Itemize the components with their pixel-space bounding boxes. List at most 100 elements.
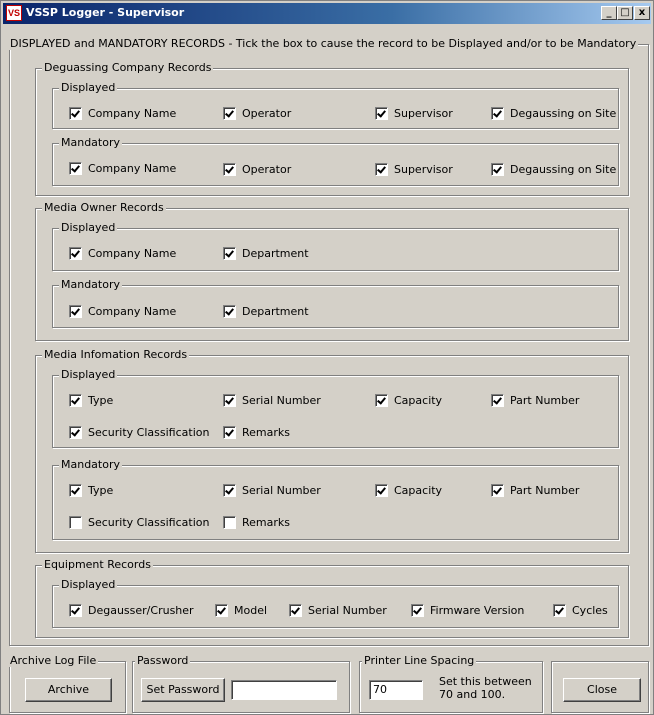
close-button[interactable]: Close	[563, 678, 641, 702]
checkbox-label[interactable]: Remarks	[242, 516, 290, 529]
title-bar[interactable]: VS VSSP Logger - Supervisor _ □ x	[3, 3, 651, 24]
checkbox-box[interactable]	[223, 425, 236, 439]
checkbox-box[interactable]	[69, 515, 82, 529]
media-owner-mandatory-company-name-checkbox[interactable]: Company Name	[69, 304, 176, 318]
equipment-displayed-degausser-crusher-checkbox[interactable]: Degausser/Crusher	[69, 603, 194, 617]
checkbox-label[interactable]: Company Name	[88, 162, 176, 175]
checkbox-label[interactable]: Type	[88, 484, 113, 497]
checkbox-box[interactable]	[223, 246, 236, 260]
checkbox-label[interactable]: Degaussing on Site	[510, 163, 616, 176]
checkbox-label[interactable]: Part Number	[510, 394, 579, 407]
degaussing-displayed-supervisor-checkbox[interactable]: Supervisor	[375, 106, 453, 120]
checkbox-box[interactable]	[69, 246, 82, 260]
degaussing-mandatory-company-name-checkbox[interactable]: Company Name	[69, 161, 176, 175]
media-info-displayed-remarks-checkbox[interactable]: Remarks	[223, 425, 290, 439]
equipment-displayed-cycles-checkbox[interactable]: Cycles	[553, 603, 608, 617]
checkbox-label[interactable]: Model	[234, 604, 267, 617]
checkbox-box[interactable]	[223, 483, 236, 497]
close-window-button[interactable]: x	[634, 6, 650, 20]
checkbox-box[interactable]	[215, 603, 228, 617]
checkbox-label[interactable]: Cycles	[572, 604, 608, 617]
checkbox-box[interactable]	[69, 603, 82, 617]
checkbox-box[interactable]	[375, 483, 388, 497]
media-owner-mandatory-department-checkbox[interactable]: Department	[223, 304, 309, 318]
checkbox-box[interactable]	[69, 483, 82, 497]
checkbox-label[interactable]: Operator	[242, 107, 291, 120]
checkbox-label[interactable]: Security Classification	[88, 516, 209, 529]
degaussing-mandatory-supervisor-checkbox[interactable]: Supervisor	[375, 162, 453, 176]
checkbox-box[interactable]	[375, 106, 388, 120]
checkbox-label[interactable]: Part Number	[510, 484, 579, 497]
degaussing-displayed-company-name-checkbox[interactable]: Company Name	[69, 106, 176, 120]
line-spacing-field[interactable]: 70	[369, 680, 423, 700]
equipment-displayed-label: Displayed	[59, 578, 118, 591]
media-info-mandatory-type-checkbox[interactable]: Type	[69, 483, 113, 497]
media-info-displayed-serial-number-checkbox[interactable]: Serial Number	[223, 393, 321, 407]
equipment-displayed-model-checkbox[interactable]: Model	[215, 603, 267, 617]
checkbox-label[interactable]: Serial Number	[308, 604, 387, 617]
checkbox-box[interactable]	[69, 425, 82, 439]
checkbox-label[interactable]: Capacity	[394, 394, 442, 407]
media-info-displayed-part-number-checkbox[interactable]: Part Number	[491, 393, 579, 407]
media-info-displayed-capacity-checkbox[interactable]: Capacity	[375, 393, 442, 407]
media-owner-displayed-company-name-checkbox[interactable]: Company Name	[69, 246, 176, 260]
checkbox-label[interactable]: Serial Number	[242, 394, 321, 407]
checkbox-box[interactable]	[223, 304, 236, 318]
equipment-displayed-firmware-version-checkbox[interactable]: Firmware Version	[411, 603, 524, 617]
app-icon[interactable]: VS	[6, 5, 22, 21]
checkbox-box[interactable]	[69, 393, 82, 407]
checkbox-box[interactable]	[289, 603, 302, 617]
media-info-mandatory-part-number-checkbox[interactable]: Part Number	[491, 483, 579, 497]
checkbox-box[interactable]	[491, 106, 504, 120]
checkbox-label[interactable]: Department	[242, 247, 309, 260]
checkbox-label[interactable]: Operator	[242, 163, 291, 176]
degaussing-mandatory-operator-checkbox[interactable]: Operator	[223, 162, 291, 176]
checkbox-box[interactable]	[491, 162, 504, 176]
checkbox-label[interactable]: Type	[88, 394, 113, 407]
media-info-mandatory-serial-number-checkbox[interactable]: Serial Number	[223, 483, 321, 497]
degaussing-mandatory-degaussing-on-site-checkbox[interactable]: Degaussing on Site	[491, 162, 616, 176]
set-password-button[interactable]: Set Password	[141, 678, 225, 702]
checkbox-box[interactable]	[375, 393, 388, 407]
degaussing-mandatory-label: Mandatory	[59, 136, 123, 149]
archive-button[interactable]: Archive	[25, 678, 112, 702]
checkbox-box[interactable]	[69, 161, 82, 175]
checkbox-label[interactable]: Degausser/Crusher	[88, 604, 194, 617]
media-info-mandatory-capacity-checkbox[interactable]: Capacity	[375, 483, 442, 497]
equipment-displayed-serial-number-checkbox[interactable]: Serial Number	[289, 603, 387, 617]
checkbox-label[interactable]: Company Name	[88, 305, 176, 318]
checkbox-label[interactable]: Degaussing on Site	[510, 107, 616, 120]
media-owner-displayed-department-checkbox[interactable]: Department	[223, 246, 309, 260]
checkbox-label[interactable]: Capacity	[394, 484, 442, 497]
checkbox-label[interactable]: Serial Number	[242, 484, 321, 497]
checkbox-box[interactable]	[491, 483, 504, 497]
checkbox-label[interactable]: Company Name	[88, 247, 176, 260]
media-info-mandatory-remarks-checkbox[interactable]: Remarks	[223, 515, 290, 529]
checkbox-box[interactable]	[223, 162, 236, 176]
checkbox-box[interactable]	[223, 393, 236, 407]
degaussing-displayed-operator-checkbox[interactable]: Operator	[223, 106, 291, 120]
degaussing-displayed-degaussing-on-site-checkbox[interactable]: Degaussing on Site	[491, 106, 616, 120]
checkbox-label[interactable]: Department	[242, 305, 309, 318]
minimize-button[interactable]: _	[601, 6, 617, 20]
checkbox-box[interactable]	[553, 603, 566, 617]
maximize-button[interactable]: □	[617, 6, 633, 20]
media-info-displayed-type-checkbox[interactable]: Type	[69, 393, 113, 407]
checkbox-box[interactable]	[223, 515, 236, 529]
checkbox-label[interactable]: Firmware Version	[430, 604, 524, 617]
checkbox-box[interactable]	[69, 106, 82, 120]
archive-group-label: Archive Log File	[8, 654, 99, 667]
checkbox-box[interactable]	[223, 106, 236, 120]
checkbox-label[interactable]: Remarks	[242, 426, 290, 439]
checkbox-box[interactable]	[69, 304, 82, 318]
checkbox-label[interactable]: Company Name	[88, 107, 176, 120]
checkbox-box[interactable]	[491, 393, 504, 407]
checkbox-label[interactable]: Supervisor	[394, 163, 453, 176]
checkbox-box[interactable]	[411, 603, 424, 617]
media-info-displayed-security-classification-checkbox[interactable]: Security Classification	[69, 425, 209, 439]
checkbox-label[interactable]: Supervisor	[394, 107, 453, 120]
password-field[interactable]	[231, 680, 337, 700]
checkbox-label[interactable]: Security Classification	[88, 426, 209, 439]
checkbox-box[interactable]	[375, 162, 388, 176]
media-info-mandatory-security-classification-checkbox[interactable]: Security Classification	[69, 515, 209, 529]
